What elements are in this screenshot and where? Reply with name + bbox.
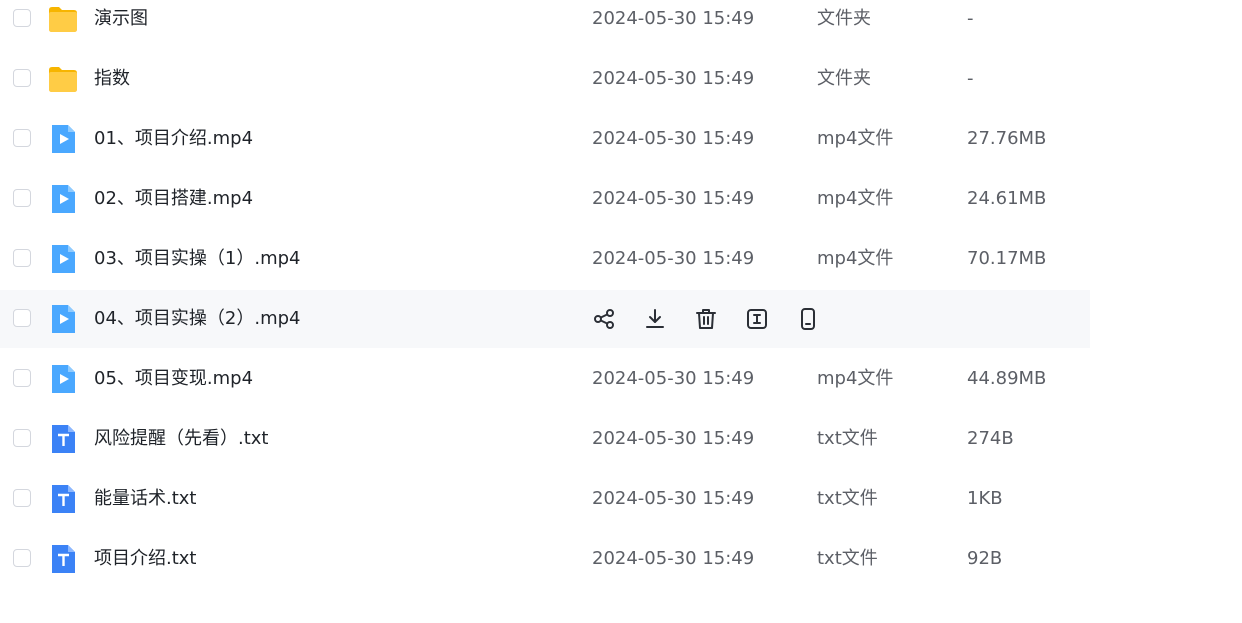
file-row[interactable]: 项目介绍.txt 2024-05-30 15:49 txt文件 92B <box>0 530 1090 588</box>
video-file-icon <box>48 124 78 154</box>
file-row-hovered[interactable]: 04、项目实操（2）.mp4 <box>0 290 1090 348</box>
file-name[interactable]: 能量话术.txt <box>94 470 197 528</box>
file-size: - <box>967 68 974 89</box>
file-name[interactable]: 03、项目实操（1）.mp4 <box>94 230 301 288</box>
file-name[interactable]: 风险提醒（先看）.txt <box>94 410 269 468</box>
video-file-icon <box>48 244 78 274</box>
row-checkbox[interactable] <box>13 429 31 447</box>
file-type: txt文件 <box>817 548 878 569</box>
file-modified-time: 2024-05-30 15:49 <box>592 428 755 449</box>
file-name[interactable]: 演示图 <box>94 0 148 48</box>
file-row[interactable]: 能量话术.txt 2024-05-30 15:49 txt文件 1KB <box>0 470 1090 528</box>
file-type: txt文件 <box>817 488 878 509</box>
file-modified-time: 2024-05-30 15:49 <box>592 8 755 29</box>
file-row[interactable]: 风险提醒（先看）.txt 2024-05-30 15:49 txt文件 274B <box>0 410 1090 468</box>
row-checkbox[interactable] <box>13 369 31 387</box>
file-type: mp4文件 <box>817 128 894 149</box>
share-icon[interactable] <box>591 306 617 332</box>
file-size: 44.89MB <box>967 368 1047 389</box>
mobile-icon[interactable] <box>795 306 821 332</box>
file-modified-time: 2024-05-30 15:49 <box>592 188 755 209</box>
file-type: 文件夹 <box>817 8 871 29</box>
file-size: 24.61MB <box>967 188 1047 209</box>
text-file-icon <box>48 544 78 574</box>
file-row[interactable]: 指数 2024-05-30 15:49 文件夹 - <box>0 50 1090 108</box>
file-type: mp4文件 <box>817 188 894 209</box>
file-name[interactable]: 项目介绍.txt <box>94 530 197 588</box>
file-name[interactable]: 02、项目搭建.mp4 <box>94 170 253 228</box>
file-name[interactable]: 04、项目实操（2）.mp4 <box>94 290 301 348</box>
file-size: 1KB <box>967 488 1003 509</box>
file-size: - <box>967 8 974 29</box>
video-file-icon <box>48 184 78 214</box>
row-checkbox[interactable] <box>13 189 31 207</box>
row-checkbox[interactable] <box>13 9 31 27</box>
download-icon[interactable] <box>642 306 668 332</box>
file-modified-time: 2024-05-30 15:49 <box>592 488 755 509</box>
file-row[interactable]: 02、项目搭建.mp4 2024-05-30 15:49 mp4文件 24.61… <box>0 170 1090 228</box>
folder-icon <box>48 4 78 34</box>
video-file-icon <box>48 304 78 334</box>
file-modified-time: 2024-05-30 15:49 <box>592 248 755 269</box>
file-list: 演示图 2024-05-30 15:49 文件夹 - 指数 2024-05-30… <box>0 0 1242 623</box>
file-name[interactable]: 01、项目介绍.mp4 <box>94 110 253 168</box>
row-checkbox[interactable] <box>13 129 31 147</box>
file-row[interactable]: 演示图 2024-05-30 15:49 文件夹 - <box>0 0 1090 48</box>
file-modified-time: 2024-05-30 15:49 <box>592 368 755 389</box>
file-row[interactable]: 03、项目实操（1）.mp4 2024-05-30 15:49 mp4文件 70… <box>0 230 1090 288</box>
file-modified-time: 2024-05-30 15:49 <box>592 68 755 89</box>
file-type: mp4文件 <box>817 368 894 389</box>
file-modified-time: 2024-05-30 15:49 <box>592 548 755 569</box>
row-checkbox[interactable] <box>13 249 31 267</box>
row-checkbox[interactable] <box>13 309 31 327</box>
file-row[interactable]: 05、项目变现.mp4 2024-05-30 15:49 mp4文件 44.89… <box>0 350 1090 408</box>
folder-icon <box>48 64 78 94</box>
file-modified-time: 2024-05-30 15:49 <box>592 128 755 149</box>
file-type: 文件夹 <box>817 68 871 89</box>
rename-icon[interactable] <box>744 306 770 332</box>
file-name[interactable]: 05、项目变现.mp4 <box>94 350 253 408</box>
file-name[interactable]: 指数 <box>94 50 130 108</box>
file-size: 70.17MB <box>967 248 1047 269</box>
file-row[interactable]: 01、项目介绍.mp4 2024-05-30 15:49 mp4文件 27.76… <box>0 110 1090 168</box>
delete-icon[interactable] <box>693 306 719 332</box>
row-checkbox[interactable] <box>13 549 31 567</box>
row-checkbox[interactable] <box>13 489 31 507</box>
file-type: txt文件 <box>817 428 878 449</box>
file-size: 27.76MB <box>967 128 1047 149</box>
text-file-icon <box>48 424 78 454</box>
file-type: mp4文件 <box>817 248 894 269</box>
text-file-icon <box>48 484 78 514</box>
file-size: 274B <box>967 428 1014 449</box>
file-size: 92B <box>967 548 1003 569</box>
video-file-icon <box>48 364 78 394</box>
row-checkbox[interactable] <box>13 69 31 87</box>
